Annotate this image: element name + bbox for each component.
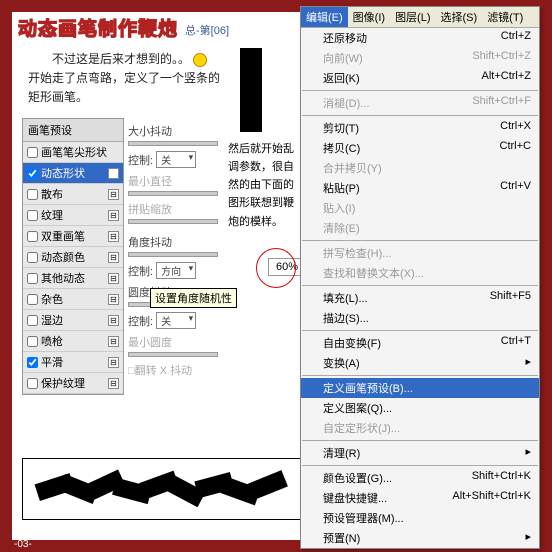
menu-item[interactable]: 预设管理器(M)... bbox=[301, 508, 539, 528]
desc-text: 然后就开始乱调参数，很自然的由下面的图形联想到鞭炮的模样。 bbox=[228, 140, 300, 231]
panel-row[interactable]: 杂色⊟ bbox=[23, 289, 123, 310]
brush-preview bbox=[22, 458, 310, 520]
lock-icon: ⊟ bbox=[108, 231, 119, 242]
menu-item: 向前(W)Shift+Ctrl+Z bbox=[301, 48, 539, 68]
menu-item: 消褪(D)...Shift+Ctrl+F bbox=[301, 93, 539, 113]
slider-area: 大小抖动 控制: 关 最小直径 拼贴缩放 角度抖动 控制: 方向 圆度抖动 控制… bbox=[128, 118, 218, 380]
control-dropdown[interactable]: 关 bbox=[156, 151, 196, 168]
brush-panel: 画笔预设 画笔笔尖形状动态形状⊟散布⊟纹理⊟双重画笔⊟动态颜色⊟其他动态⊟杂色⊟… bbox=[22, 118, 124, 395]
menu-item[interactable]: 返回(K)Alt+Ctrl+Z bbox=[301, 68, 539, 88]
lock-icon: ⊟ bbox=[108, 168, 119, 179]
panel-row[interactable]: 动态形状⊟ bbox=[23, 163, 123, 184]
panel-row[interactable]: 保护纹理⊟ bbox=[23, 373, 123, 394]
menu-item[interactable]: 颜色设置(G)...Shift+Ctrl+K bbox=[301, 468, 539, 488]
lock-icon: ⊟ bbox=[108, 378, 119, 389]
menu-item[interactable]: 还原移动Ctrl+Z bbox=[301, 28, 539, 48]
intro-text: 不过这是后来才想到的。。 开始走了点弯路，定义了一个竖条的矩形画笔。 bbox=[28, 50, 228, 108]
menu-item: 贴入(I) bbox=[301, 198, 539, 218]
menubar-item[interactable]: 滤镜(T) bbox=[482, 7, 528, 27]
lock-icon: ⊟ bbox=[108, 273, 119, 284]
highlight-circle bbox=[256, 248, 296, 288]
menu-item[interactable]: 剪切(T)Ctrl+X bbox=[301, 118, 539, 138]
footer-left: -03- bbox=[14, 539, 32, 550]
brush-sample bbox=[240, 48, 262, 132]
lock-icon: ⊟ bbox=[108, 294, 119, 305]
menu-item[interactable]: 填充(L)...Shift+F5 bbox=[301, 288, 539, 308]
menu-item: 拼写检查(H)... bbox=[301, 243, 539, 263]
panel-tab[interactable]: 画笔预设 bbox=[23, 119, 123, 142]
panel-row[interactable]: 湿边⊟ bbox=[23, 310, 123, 331]
panel-row[interactable]: 动态颜色⊟ bbox=[23, 247, 123, 268]
tooltip: 设置角度随机性 bbox=[150, 288, 237, 308]
menubar-item[interactable]: 编辑(E) bbox=[301, 7, 348, 27]
menu-item: 查找和替换文本(X)... bbox=[301, 263, 539, 283]
menu-item: 清除(E) bbox=[301, 218, 539, 238]
menu-item[interactable]: 变换(A) bbox=[301, 353, 539, 373]
menubar-item[interactable]: 图层(L) bbox=[390, 7, 435, 27]
menu-item: 自定定形状(J)... bbox=[301, 418, 539, 438]
menu-item[interactable]: 拷贝(C)Ctrl+C bbox=[301, 138, 539, 158]
panel-row[interactable]: 其他动态⊟ bbox=[23, 268, 123, 289]
menu-item[interactable]: 定义画笔预设(B)... bbox=[301, 378, 539, 398]
menubar-item[interactable]: 选择(S) bbox=[436, 7, 483, 27]
smile-icon bbox=[193, 53, 207, 67]
panel-row[interactable]: 纹理⊟ bbox=[23, 205, 123, 226]
lock-icon: ⊟ bbox=[108, 315, 119, 326]
menu-item[interactable]: 自由变换(F)Ctrl+T bbox=[301, 333, 539, 353]
panel-row[interactable]: 画笔笔尖形状 bbox=[23, 142, 123, 163]
page-title: 动态画笔制作鞭炮 bbox=[18, 14, 178, 41]
edit-menu: 编辑(E)图像(I)图层(L)选择(S)滤镜(T) 还原移动Ctrl+Z向前(W… bbox=[300, 6, 540, 549]
lock-icon: ⊟ bbox=[108, 189, 119, 200]
menu-item[interactable]: 描边(S)... bbox=[301, 308, 539, 328]
control-dropdown-2[interactable]: 方向 bbox=[156, 262, 196, 279]
menu-item[interactable]: 清理(R) bbox=[301, 443, 539, 463]
panel-row[interactable]: 喷枪⊟ bbox=[23, 331, 123, 352]
menu-item[interactable]: 键盘快捷键...Alt+Shift+Ctrl+K bbox=[301, 488, 539, 508]
lock-icon: ⊟ bbox=[108, 336, 119, 347]
menu-item[interactable]: 定义图案(Q)... bbox=[301, 398, 539, 418]
menu-item: 合并拷贝(Y) bbox=[301, 158, 539, 178]
menubar-item[interactable]: 图像(I) bbox=[348, 7, 390, 27]
subtitle: 总-第[06] bbox=[185, 22, 229, 38]
panel-row[interactable]: 平滑⊟ bbox=[23, 352, 123, 373]
lock-icon: ⊟ bbox=[108, 252, 119, 263]
menu-item[interactable]: 预置(N) bbox=[301, 528, 539, 548]
panel-row[interactable]: 双重画笔⊟ bbox=[23, 226, 123, 247]
menu-item[interactable]: 粘贴(P)Ctrl+V bbox=[301, 178, 539, 198]
lock-icon: ⊟ bbox=[108, 210, 119, 221]
panel-row[interactable]: 散布⊟ bbox=[23, 184, 123, 205]
lock-icon: ⊟ bbox=[108, 357, 119, 368]
